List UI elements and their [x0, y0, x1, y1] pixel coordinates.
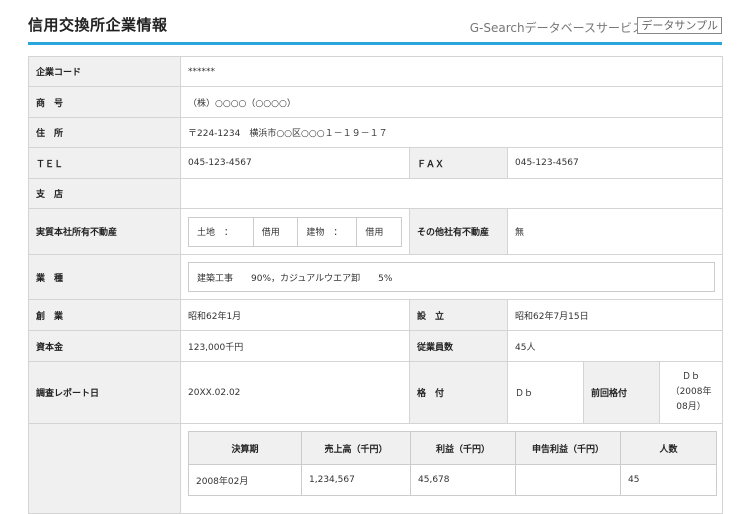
financials-cell-profit: 45,678: [410, 464, 516, 496]
label-established: 設 立: [409, 299, 508, 331]
label-financials: [28, 423, 181, 514]
label-employees: 従業員数: [409, 330, 508, 362]
label-tel: ＴＥＬ: [28, 147, 181, 179]
row-trade-name: 商 号 （株）○○○○（○○○○）: [28, 86, 724, 118]
row-capital: 資本金 123,000千円 従業員数 45人: [28, 330, 724, 362]
row-branch: 支 店: [28, 178, 724, 209]
prev-rating-date: （2008年08月）: [670, 386, 712, 413]
row-real-estate: 実質本社所有不動産 土地 ： 借用 建物 ： 借用 その他社有不動産 無: [28, 208, 724, 255]
label-fax: ＦＡＸ: [409, 147, 508, 179]
row-company-code: 企業コード ******: [28, 56, 724, 87]
row-address: 住 所 〒224-1234 横浜市○○区○○○１－１９－１７: [28, 117, 724, 148]
value-fax: 045-123-4567: [506, 147, 724, 179]
sample-badge: データサンプル: [637, 17, 722, 34]
value-employees: 45人: [506, 330, 724, 362]
table-row: 2008年02月 1,234,567 45,678 45: [188, 464, 717, 496]
financials-header-period: 決算期: [188, 431, 302, 465]
financials-header-sales: 売上高（千円）: [301, 431, 411, 465]
financials-table: 決算期 売上高（千円） 利益（千円） 申告利益（千円） 人数 2008年02月 …: [188, 431, 717, 496]
land-value: 借用: [254, 217, 299, 246]
financials-header-profit: 利益（千円）: [410, 431, 516, 465]
page-header: 信用交換所企業情報 G-Searchデータベースサービス データサンプル: [28, 0, 722, 45]
company-info-table: 企業コード ****** 商 号 （株）○○○○（○○○○） 住 所 〒224-…: [28, 56, 724, 514]
label-prev-rating: 前回格付: [583, 361, 660, 424]
label-rating: 格 付: [409, 361, 508, 424]
financials-header-staff: 人数: [620, 431, 717, 465]
building-value: 借用: [365, 228, 384, 238]
row-financials: 決算期 売上高（千円） 利益（千円） 申告利益（千円） 人数 2008年02月 …: [28, 423, 724, 514]
financials-cell-staff: 45: [620, 464, 717, 496]
label-company-code: 企業コード: [28, 56, 181, 87]
value-other-real-estate: 無: [506, 208, 724, 255]
industry-box: 建築工事 90%，カジュアルウエア卸 5%: [188, 262, 716, 292]
label-real-estate: 実質本社所有不動産: [28, 208, 181, 255]
label-address: 住 所: [28, 117, 181, 148]
page-title: 信用交換所企業情報: [28, 16, 168, 34]
value-report-date: 20XX.02.02: [180, 361, 410, 424]
financials-cell-declared-profit: [515, 464, 621, 496]
label-branch: 支 店: [28, 178, 181, 209]
value-industry: 建築工事 90%，カジュアルウエア卸 5%: [179, 254, 724, 300]
service-name: G-Searchデータベースサービス: [469, 21, 644, 35]
value-rating: Ｄｂ: [507, 361, 584, 424]
row-founding: 創 業 昭和62年1月 設 立 昭和62年7月15日: [28, 299, 724, 331]
value-established: 昭和62年7月15日: [506, 299, 724, 331]
value-company-code: ******: [179, 56, 724, 87]
financials-cell-period: 2008年02月: [188, 464, 302, 496]
value-founded: 昭和62年1月: [180, 299, 410, 331]
value-tel: 045-123-4567: [180, 147, 410, 179]
row-industry: 業 種 建築工事 90%，カジュアルウエア卸 5%: [28, 254, 724, 300]
financials-cell-sales: 1,234,567: [301, 464, 411, 496]
financials-header-row: 決算期 売上高（千円） 利益（千円） 申告利益（千円） 人数: [188, 431, 717, 465]
label-report-date: 調査レポート日: [28, 361, 181, 424]
value-address: 〒224-1234 横浜市○○区○○○１－１９－１７: [179, 117, 724, 148]
financials-header-declared-profit: 申告利益（千円）: [515, 431, 621, 465]
real-estate-box: 土地 ： 借用 建物 ： 借用: [188, 216, 402, 247]
value-financials: 決算期 売上高（千円） 利益（千円） 申告利益（千円） 人数 2008年02月 …: [179, 423, 724, 514]
label-industry: 業 種: [28, 254, 181, 300]
label-founded: 創 業: [28, 299, 181, 331]
value-real-estate: 土地 ： 借用 建物 ： 借用: [180, 208, 410, 255]
value-prev-rating: Ｄｂ （2008年08月）: [658, 361, 724, 424]
value-branch: [179, 178, 724, 209]
value-trade-name: （株）○○○○（○○○○）: [179, 86, 724, 118]
land-label: 土地 ：: [189, 217, 254, 246]
building-label: 建物 ：: [298, 217, 358, 246]
row-phone-fax: ＴＥＬ 045-123-4567 ＦＡＸ 045-123-4567: [28, 147, 724, 179]
prev-rating-grade: Ｄｂ: [682, 371, 701, 382]
value-capital: 123,000千円: [180, 330, 410, 362]
label-capital: 資本金: [28, 330, 181, 362]
label-other-real-estate: その他社有不動産: [409, 208, 508, 255]
row-report: 調査レポート日 20XX.02.02 格 付 Ｄｂ 前回格付 Ｄｂ （2008年…: [28, 361, 724, 424]
label-trade-name: 商 号: [28, 86, 181, 118]
